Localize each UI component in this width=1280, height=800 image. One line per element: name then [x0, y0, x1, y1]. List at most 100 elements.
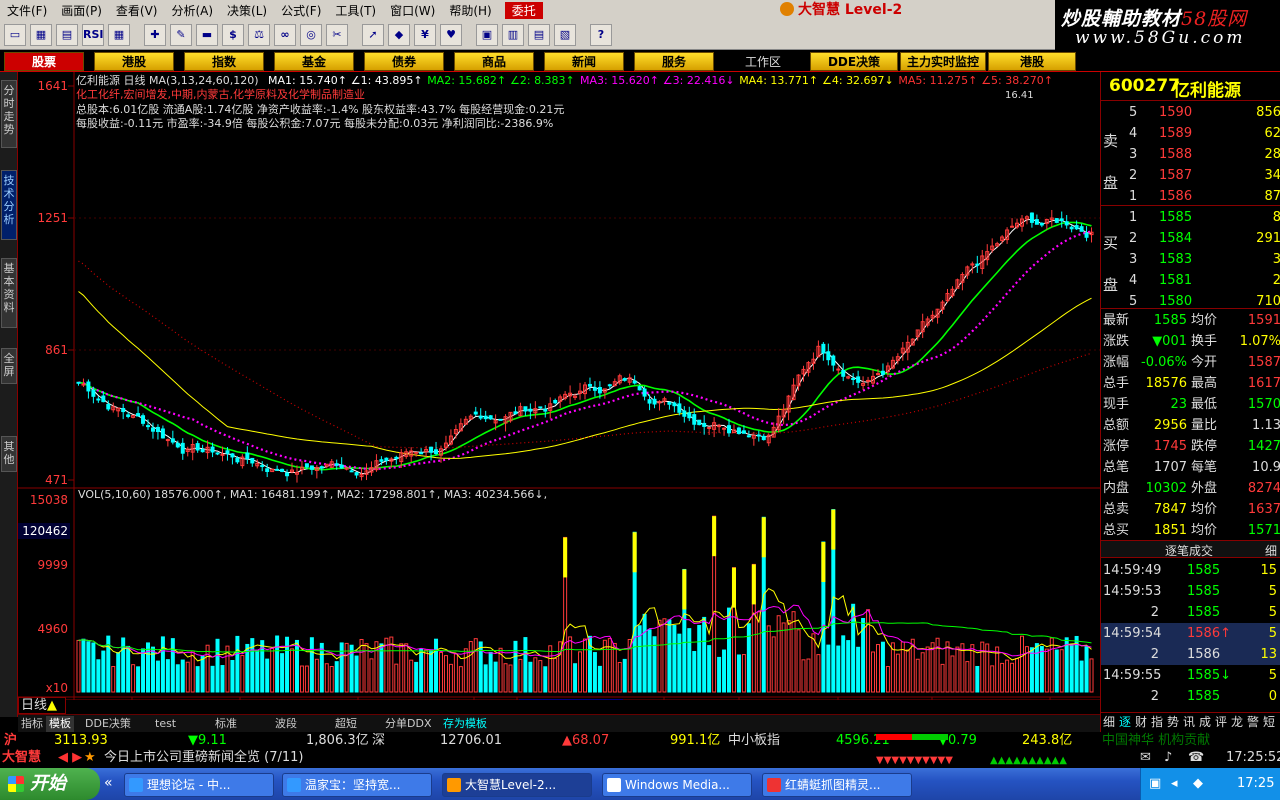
prev-news-icon[interactable]: ◀ ▶ [58, 749, 82, 767]
nav-service-button[interactable]: 服务 [634, 52, 714, 71]
volume-icon[interactable]: ◂ [1171, 768, 1178, 800]
diamond-icon[interactable]: ◆ [388, 23, 410, 46]
window-icon[interactable]: ▤ [56, 23, 78, 46]
arrow-icon[interactable]: ➚ [362, 23, 384, 46]
binoculars-icon[interactable]: ◎ [300, 23, 322, 46]
tab-swing[interactable]: 波段 [272, 716, 300, 732]
menu-analysis[interactable]: 分析(A) [164, 2, 220, 19]
tab-template[interactable]: 模板 [46, 716, 74, 732]
tab-fundamental[interactable]: 基本资料 [1, 258, 17, 328]
nav-bond-button[interactable]: 债券 [364, 52, 444, 71]
quote-tab-9[interactable]: 警 [1247, 713, 1259, 731]
nav-hk2-button[interactable]: 港股 [988, 52, 1076, 71]
buy-level-row[interactable]: 4 1581 2 [1101, 270, 1280, 291]
nav-stocks-button[interactable]: 股票 [4, 52, 84, 71]
menu-window[interactable]: 窗口(W) [383, 2, 442, 19]
nav-monitor-button[interactable]: 主力实时监控 [900, 52, 986, 71]
nav-hk-button[interactable]: 港股 [94, 52, 174, 71]
tab-other[interactable]: 其他 [1, 436, 17, 472]
balance-icon[interactable]: ⚖ [248, 23, 270, 46]
period-selector[interactable]: 日线▲ [18, 697, 66, 714]
cross-icon[interactable]: ✚ [144, 23, 166, 46]
rsi-button[interactable]: RSI [82, 23, 104, 46]
quote-tab-3[interactable]: 指 [1151, 713, 1163, 731]
save-template-button[interactable]: 存为模板 [440, 716, 490, 732]
buy-level-row[interactable]: 1 1585 8 [1101, 207, 1280, 228]
kline-chart[interactable]: 亿利能源 日线 MA(3,13,24,60,120) MA1: 15.740↑ ∠… [18, 72, 1100, 713]
mail-icon[interactable]: ✉ [1140, 749, 1151, 767]
taskbar-item-news[interactable]: 温家宝：坚持宽... [282, 773, 432, 797]
quote-tab-5[interactable]: 讯 [1183, 713, 1195, 731]
buy-level-row[interactable]: 3 1583 3 [1101, 249, 1280, 270]
menu-tools[interactable]: 工具(T) [328, 2, 383, 19]
nav-fund-button[interactable]: 基金 [274, 52, 354, 71]
tile-icon[interactable]: ▥ [502, 23, 524, 46]
nav-dde-button[interactable]: DDE决策 [810, 52, 898, 71]
news-headline[interactable]: 今日上市公司重磅新闻全览 (7/11) [104, 749, 303, 767]
quote-tab-1[interactable]: 逐 [1119, 713, 1131, 731]
grid-icon[interactable]: ▦ [108, 23, 130, 46]
nav-news-button[interactable]: 新闻 [544, 52, 624, 71]
taskbar-item-forum[interactable]: 理想论坛 - 中... [124, 773, 274, 797]
money-icon[interactable]: ¥ [414, 23, 436, 46]
trade-row[interactable]: 14:59:54 1586↑ 5 [1101, 623, 1280, 644]
help-icon[interactable]: ? [590, 23, 612, 46]
taskbar-item-media[interactable]: Windows Media... [602, 773, 752, 797]
quote-tab-0[interactable]: 细 [1103, 713, 1115, 731]
sell-level-row[interactable]: 4 1589 62 [1101, 123, 1280, 144]
trade-row[interactable]: 14:59:49 1585 15 [1101, 560, 1280, 581]
sell-level-row[interactable]: 3 1588 28 [1101, 144, 1280, 165]
table-icon[interactable]: ▤ [528, 23, 550, 46]
network-icon[interactable]: ▣ [1149, 768, 1161, 800]
taskbar-item-dzh[interactable]: 大智慧Level-2... [442, 773, 592, 797]
tab-ddx[interactable]: 分单DDX [382, 716, 434, 732]
tab-fullscreen[interactable]: 全屏 [1, 348, 17, 384]
sound-icon[interactable]: ♪ [1164, 749, 1172, 767]
tab-indicator[interactable]: 指标 [18, 716, 46, 732]
quicklaunch-icon[interactable]: « [104, 775, 120, 793]
security-icon[interactable]: ◆ [1193, 768, 1203, 800]
trade-row[interactable]: 14:59:53 1585 5 [1101, 581, 1280, 602]
phone-icon[interactable]: ☎ [1188, 749, 1204, 767]
ruler-icon[interactable]: ▬ [196, 23, 218, 46]
window-icon[interactable]: ▭ [4, 23, 26, 46]
link-icon[interactable]: ∞ [274, 23, 296, 46]
tab-intraday[interactable]: 分时走势 [1, 80, 17, 148]
tab-standard[interactable]: 标准 [212, 716, 240, 732]
menu-formula[interactable]: 公式(F) [274, 2, 328, 19]
tools-icon[interactable]: ✂ [326, 23, 348, 46]
menu-decision[interactable]: 决策(L) [220, 2, 274, 19]
window-icon[interactable]: ▦ [30, 23, 52, 46]
menu-help[interactable]: 帮助(H) [442, 2, 498, 19]
quote-tab-6[interactable]: 成 [1199, 713, 1211, 731]
menu-view[interactable]: 查看(V) [109, 2, 165, 19]
quote-tab-4[interactable]: 势 [1167, 713, 1179, 731]
nav-index-button[interactable]: 指数 [184, 52, 264, 71]
trade-row[interactable]: 2 1585 0 [1101, 686, 1280, 707]
tab-test[interactable]: test [152, 716, 179, 732]
disk-icon[interactable]: ▣ [476, 23, 498, 46]
tab-technical[interactable]: 技术分析 [1, 170, 17, 240]
quote-tab-8[interactable]: 龙 [1231, 713, 1243, 731]
layout-icon[interactable]: ▧ [554, 23, 576, 46]
sell-level-row[interactable]: 1 1586 87 [1101, 186, 1280, 207]
sh-index-value[interactable]: 3113.93 [54, 732, 108, 749]
quote-tab-7[interactable]: 评 [1215, 713, 1227, 731]
taskbar-item-capture[interactable]: 红蜻蜓抓图精灵... [762, 773, 912, 797]
tab-ultrashort[interactable]: 超短 [332, 716, 360, 732]
dollar-icon[interactable]: $ [222, 23, 244, 46]
trade-row[interactable]: 14:59:55 1585↓ 5 [1101, 665, 1280, 686]
quote-tab-2[interactable]: 财 [1135, 713, 1147, 731]
quote-tab-10[interactable]: 短 [1263, 713, 1275, 731]
trade-row[interactable]: 2 1586 13 [1101, 644, 1280, 665]
kline-chart-area[interactable]: 亿利能源 日线 MA(3,13,24,60,120) MA1: 15.740↑ ∠… [18, 72, 1100, 713]
menu-trade[interactable]: 委托 [504, 1, 543, 19]
heart-icon[interactable]: ♥ [440, 23, 462, 46]
pen-icon[interactable]: ✎ [170, 23, 192, 46]
trade-row[interactable]: 2 1585 5 [1101, 602, 1280, 623]
tab-dde[interactable]: DDE决策 [82, 716, 134, 732]
sell-level-row[interactable]: 2 1587 34 [1101, 165, 1280, 186]
menu-file[interactable]: 文件(F) [0, 2, 54, 19]
sz-index-value[interactable]: 12706.01 [440, 732, 502, 749]
nav-commodity-button[interactable]: 商品 [454, 52, 534, 71]
